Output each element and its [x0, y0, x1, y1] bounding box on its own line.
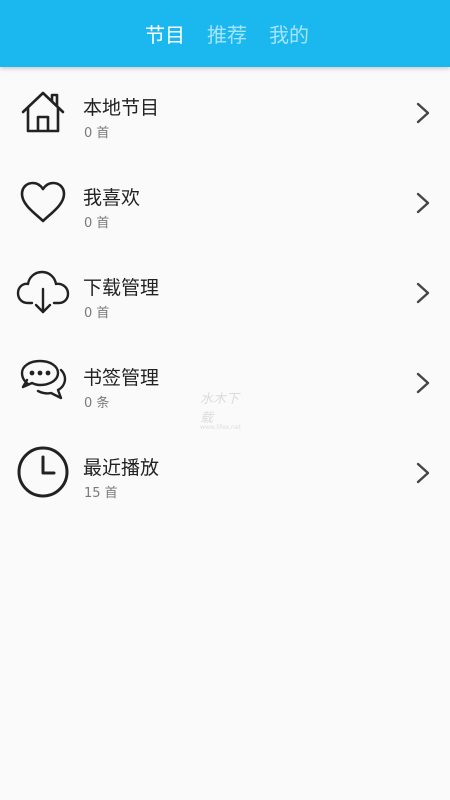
item-title: 最近播放 [83, 457, 160, 479]
library-list: 本地节目 0 首 我喜欢 0 首 下载管理 0 首 书签管理 0 条 最近播放 … [0, 67, 450, 517]
heart-icon [16, 175, 70, 229]
cloud-download-icon [16, 265, 70, 319]
top-app-bar: 节目 推荐 我的 [0, 0, 450, 67]
list-item-favorites[interactable]: 我喜欢 0 首 [0, 157, 450, 247]
watermark-text: 水木下载 [200, 392, 240, 426]
item-count: 0 首 [84, 126, 110, 141]
clock-icon [16, 445, 70, 499]
chevron-right-icon [416, 372, 430, 394]
list-item-local-programs[interactable]: 本地节目 0 首 [0, 67, 450, 157]
item-count: 0 条 [84, 396, 110, 411]
home-icon [16, 85, 70, 139]
tab-bar: 节目 推荐 我的 [0, 0, 450, 67]
list-item-recent[interactable]: 最近播放 15 首 [0, 427, 450, 517]
item-title: 我喜欢 [83, 187, 141, 209]
item-count: 0 首 [84, 216, 110, 231]
tab-programs[interactable]: 节目 [145, 19, 185, 48]
item-title: 下载管理 [83, 277, 160, 299]
item-title: 本地节目 [83, 97, 160, 119]
chevron-right-icon [416, 102, 430, 124]
item-count: 0 首 [84, 306, 110, 321]
chevron-right-icon [416, 462, 430, 484]
tab-recommend[interactable]: 推荐 [207, 19, 247, 48]
item-title: 书签管理 [83, 367, 160, 389]
chevron-right-icon [416, 192, 430, 214]
item-count: 15 首 [84, 486, 118, 501]
watermark-url: www.5fex.net [200, 424, 241, 431]
watermark-logo: 水木下载 www.5fex.net [200, 388, 250, 431]
list-item-downloads[interactable]: 下载管理 0 首 [0, 247, 450, 337]
chevron-right-icon [416, 282, 430, 304]
tab-mine[interactable]: 我的 [269, 19, 309, 48]
chat-bubbles-icon [16, 355, 70, 409]
